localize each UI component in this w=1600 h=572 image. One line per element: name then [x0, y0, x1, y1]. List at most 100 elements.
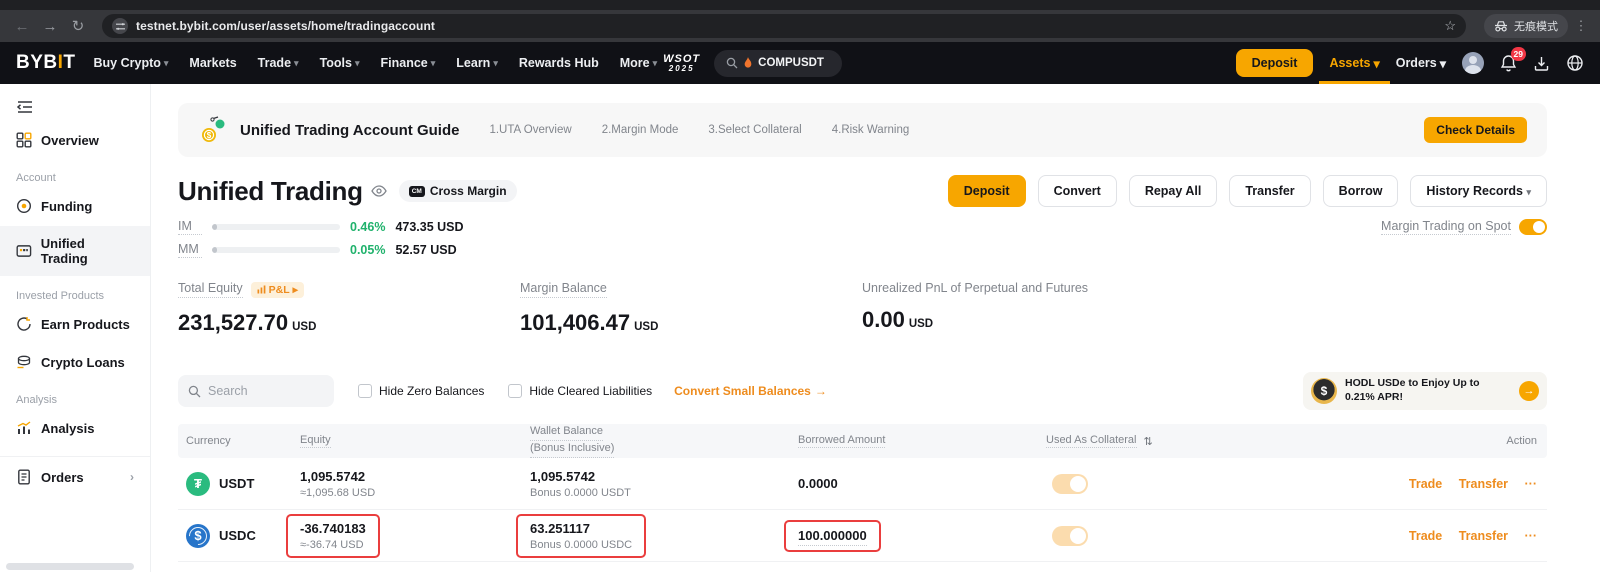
collateral-toggle[interactable] [1052, 526, 1088, 546]
promo-arrow-button[interactable]: → [1519, 381, 1539, 401]
usdc-coin-icon: $ [186, 524, 210, 548]
sidebar-horizontal-scrollbar[interactable] [6, 563, 134, 570]
margin-trading-spot-label: Margin Trading on Spot [1381, 219, 1511, 235]
menu-markets[interactable]: Markets [189, 56, 236, 70]
convert-button[interactable]: Convert [1038, 175, 1117, 207]
browser-reload-button[interactable]: ↻ [66, 17, 90, 35]
browser-back-button[interactable]: ← [10, 18, 34, 35]
sidebar-item-earn-products[interactable]: Earn Products [0, 306, 150, 342]
hide-zero-balances-checkbox[interactable]: Hide Zero Balances [358, 384, 484, 398]
menu-tools[interactable]: Tools▾ [320, 56, 360, 70]
download-icon[interactable] [1533, 55, 1550, 72]
promo-text: HODL USDe to Enjoy Up to 0.21% APR! [1345, 377, 1511, 404]
header-borrowed-amount: Borrowed Amount [798, 434, 885, 448]
wallet-balance-value: 1,095.5742 [530, 469, 798, 484]
account-actions: Deposit Convert Repay All Transfer Borro… [948, 175, 1547, 207]
sidebar-item-crypto-loans[interactable]: Crypto Loans [0, 344, 150, 380]
convert-small-balances-link[interactable]: Convert Small Balances → [674, 384, 827, 398]
header-used-as-collateral: Used As Collateral [1046, 434, 1137, 448]
sidebar-item-label: Orders [41, 470, 84, 485]
bybit-logo[interactable]: BYBIT [16, 52, 76, 74]
menu-learn[interactable]: Learn▾ [456, 56, 498, 70]
guide-step-1[interactable]: 1.UTA Overview [489, 124, 571, 136]
header-wallet-balance: Wallet Balance [530, 424, 603, 441]
loans-icon [16, 354, 32, 370]
checkbox-icon[interactable] [508, 384, 522, 398]
check-details-button[interactable]: Check Details [1424, 117, 1527, 143]
unrealized-pnl-value: 0.00USD [862, 307, 1204, 333]
sidebar-item-funding[interactable]: Funding [0, 188, 150, 224]
address-bar[interactable]: testnet.bybit.com/user/assets/home/tradi… [102, 14, 1466, 38]
header-currency: Currency [186, 435, 231, 447]
browser-menu-icon[interactable]: ⋮ [1572, 18, 1590, 34]
guide-step-3[interactable]: 3.Select Collateral [708, 124, 801, 136]
mm-row: MM 0.05% 52.57 USD [178, 242, 464, 258]
wsot-2025-logo[interactable]: WSOT 2025 [663, 54, 700, 73]
guide-step-4[interactable]: 4.Risk Warning [832, 124, 910, 136]
equity-value: 1,095.5742 [300, 469, 530, 484]
trade-link[interactable]: Trade [1409, 477, 1442, 491]
site-settings-icon[interactable] [112, 18, 128, 34]
wallet-balance-value: 63.251117 [530, 521, 632, 536]
menu-trade[interactable]: Trade▾ [258, 56, 299, 70]
menu-finance[interactable]: Finance▾ [381, 56, 436, 70]
eye-icon[interactable] [371, 185, 387, 197]
borrowed-value: 0.0000 [798, 476, 838, 491]
incognito-badge: 无痕模式 [1484, 14, 1568, 38]
menu-more[interactable]: More▾ [620, 56, 657, 70]
chevron-down-icon: ▾ [1373, 56, 1379, 71]
collateral-toggle[interactable] [1052, 474, 1088, 494]
sort-icon[interactable]: ⇅ [1144, 435, 1153, 448]
browser-forward-button[interactable]: → [38, 18, 62, 35]
pnl-badge[interactable]: P&L ▸ [251, 282, 304, 298]
user-avatar[interactable] [1462, 52, 1484, 74]
more-actions-icon[interactable]: ··· [1525, 529, 1538, 543]
sidebar-collapse-icon[interactable] [0, 94, 150, 120]
deposit-button[interactable]: Deposit [948, 175, 1026, 207]
sidebar-item-unified-trading[interactable]: Unified Trading [0, 226, 150, 276]
sidebar-item-label: Unified Trading [41, 236, 134, 266]
nav-right-cluster: Deposit Assets▾ Orders▾ 29 [1236, 49, 1584, 77]
im-progress-bar [212, 224, 340, 230]
sidebar-item-label: Crypto Loans [41, 355, 125, 370]
margin-trading-spot-toggle[interactable] [1519, 219, 1547, 235]
nav-assets[interactable]: Assets▾ [1329, 56, 1379, 71]
bookmark-star-icon[interactable]: ☆ [1444, 18, 1456, 34]
usde-promo-card[interactable]: $ HODL USDe to Enjoy Up to 0.21% APR! → [1303, 372, 1547, 410]
search-input[interactable] [208, 384, 308, 398]
grid-icon [16, 132, 32, 148]
im-usd-value: 473.35 USD [395, 220, 463, 234]
nav-search-box[interactable]: COMPUSDT [714, 50, 842, 77]
borrow-button[interactable]: Borrow [1323, 175, 1399, 207]
sidebar: Overview Account Funding Unified Trading… [0, 84, 151, 572]
history-records-button[interactable]: History Records ▾ [1410, 175, 1547, 207]
repay-all-button[interactable]: Repay All [1129, 175, 1218, 207]
asset-search-box[interactable] [178, 375, 334, 407]
transfer-link[interactable]: Transfer [1459, 477, 1508, 491]
margin-balance-stat: Margin Balance 101,406.47USD [520, 281, 862, 336]
language-globe-icon[interactable] [1566, 54, 1584, 72]
transfer-button[interactable]: Transfer [1229, 175, 1310, 207]
margin-mode-badge[interactable]: CM Cross Margin [399, 180, 517, 202]
currency-symbol: USDC [219, 528, 256, 543]
sidebar-item-overview[interactable]: Overview [0, 122, 150, 158]
menu-rewards-hub[interactable]: Rewards Hub [519, 56, 599, 70]
nav-deposit-button[interactable]: Deposit [1236, 49, 1314, 77]
chevron-down-icon: ▾ [164, 58, 169, 69]
sidebar-item-orders[interactable]: Orders › [0, 459, 150, 495]
hide-cleared-liabilities-checkbox[interactable]: Hide Cleared Liabilities [508, 384, 652, 398]
guide-step-2[interactable]: 2.Margin Mode [602, 124, 679, 136]
checkbox-icon[interactable] [358, 384, 372, 398]
menu-buy-crypto[interactable]: Buy Crypto▾ [94, 56, 169, 70]
sidebar-item-analysis[interactable]: Analysis [0, 410, 150, 446]
transfer-link[interactable]: Transfer [1459, 529, 1508, 543]
margin-mode-label: Cross Margin [430, 184, 507, 198]
account-header: Unified Trading CM Cross Margin Deposit … [178, 175, 1547, 207]
sidebar-item-label: Analysis [41, 421, 94, 436]
table-row-usdc: $ USDC -36.740183 ≈-36.74 USD 63.251117 … [178, 510, 1547, 562]
url-text: testnet.bybit.com/user/assets/home/tradi… [136, 19, 1436, 33]
trade-link[interactable]: Trade [1409, 529, 1442, 543]
notifications-bell[interactable]: 29 [1500, 54, 1517, 72]
nav-orders[interactable]: Orders▾ [1396, 56, 1446, 71]
more-actions-icon[interactable]: ··· [1525, 477, 1538, 491]
